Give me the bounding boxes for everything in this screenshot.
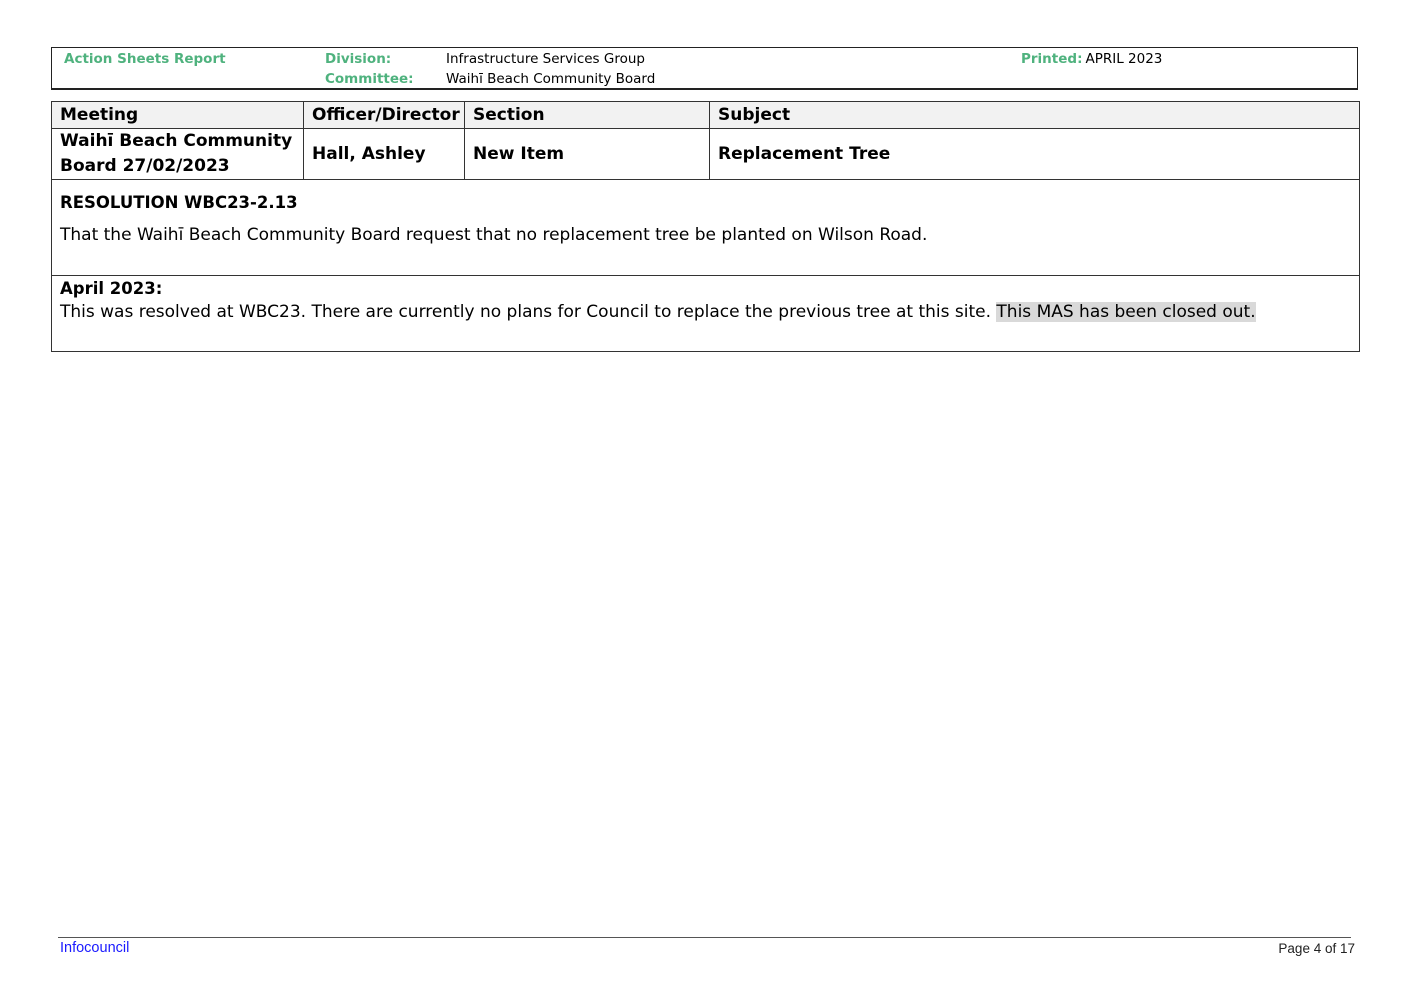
update-row: April 2023: This was resolved at WBC23. … xyxy=(51,275,1360,352)
committee-value: Waihī Beach Community Board xyxy=(446,71,656,87)
resolution-cell: RESOLUTION WBC23-2.13 That the Waihī Bea… xyxy=(51,179,1360,276)
section-cell: New Item xyxy=(464,128,710,180)
column-header-subject: Subject xyxy=(709,101,1360,129)
printed-value: APRIL 2023 xyxy=(1085,51,1163,67)
update-cell: April 2023: This was resolved at WBC23. … xyxy=(51,275,1360,352)
printed-info: Printed: APRIL 2023 xyxy=(1021,50,1162,68)
update-title: April 2023: xyxy=(60,279,163,298)
division-label: Division: xyxy=(325,51,392,67)
column-header-officer: Officer/Director xyxy=(303,101,465,129)
officer-cell: Hall, Ashley xyxy=(303,128,465,180)
update-text: This was resolved at WBC23. There are cu… xyxy=(60,302,1351,322)
column-header-section: Section xyxy=(464,101,710,129)
meeting-cell: Waihī Beach Community Board 27/02/2023 xyxy=(51,128,304,180)
printed-label: Printed: xyxy=(1021,51,1083,67)
footer-infocouncil: Infocouncil xyxy=(60,940,130,956)
update-highlight: This MAS has been closed out. xyxy=(996,302,1256,322)
resolution-row: RESOLUTION WBC23-2.13 That the Waihī Bea… xyxy=(51,179,1360,276)
resolution-title: RESOLUTION WBC23-2.13 xyxy=(60,193,298,212)
report-header: Action Sheets Report Division: Infrastru… xyxy=(51,47,1358,90)
table-header-row: Meeting Officer/Director Section Subject xyxy=(51,101,1360,129)
resolution-text: That the Waihī Beach Community Board req… xyxy=(60,225,928,245)
update-text-body: This was resolved at WBC23. There are cu… xyxy=(60,302,997,322)
report-title: Action Sheets Report xyxy=(64,51,226,67)
division-value: Infrastructure Services Group xyxy=(446,51,645,67)
footer-divider xyxy=(58,937,1351,938)
committee-label: Committee: xyxy=(325,71,414,87)
column-header-meeting: Meeting xyxy=(51,101,304,129)
action-table: Meeting Officer/Director Section Subject… xyxy=(51,101,1360,352)
page-number: Page 4 of 17 xyxy=(1278,941,1355,956)
subject-cell: Replacement Tree xyxy=(709,128,1360,180)
table-row: Waihī Beach Community Board 27/02/2023 H… xyxy=(51,128,1360,180)
